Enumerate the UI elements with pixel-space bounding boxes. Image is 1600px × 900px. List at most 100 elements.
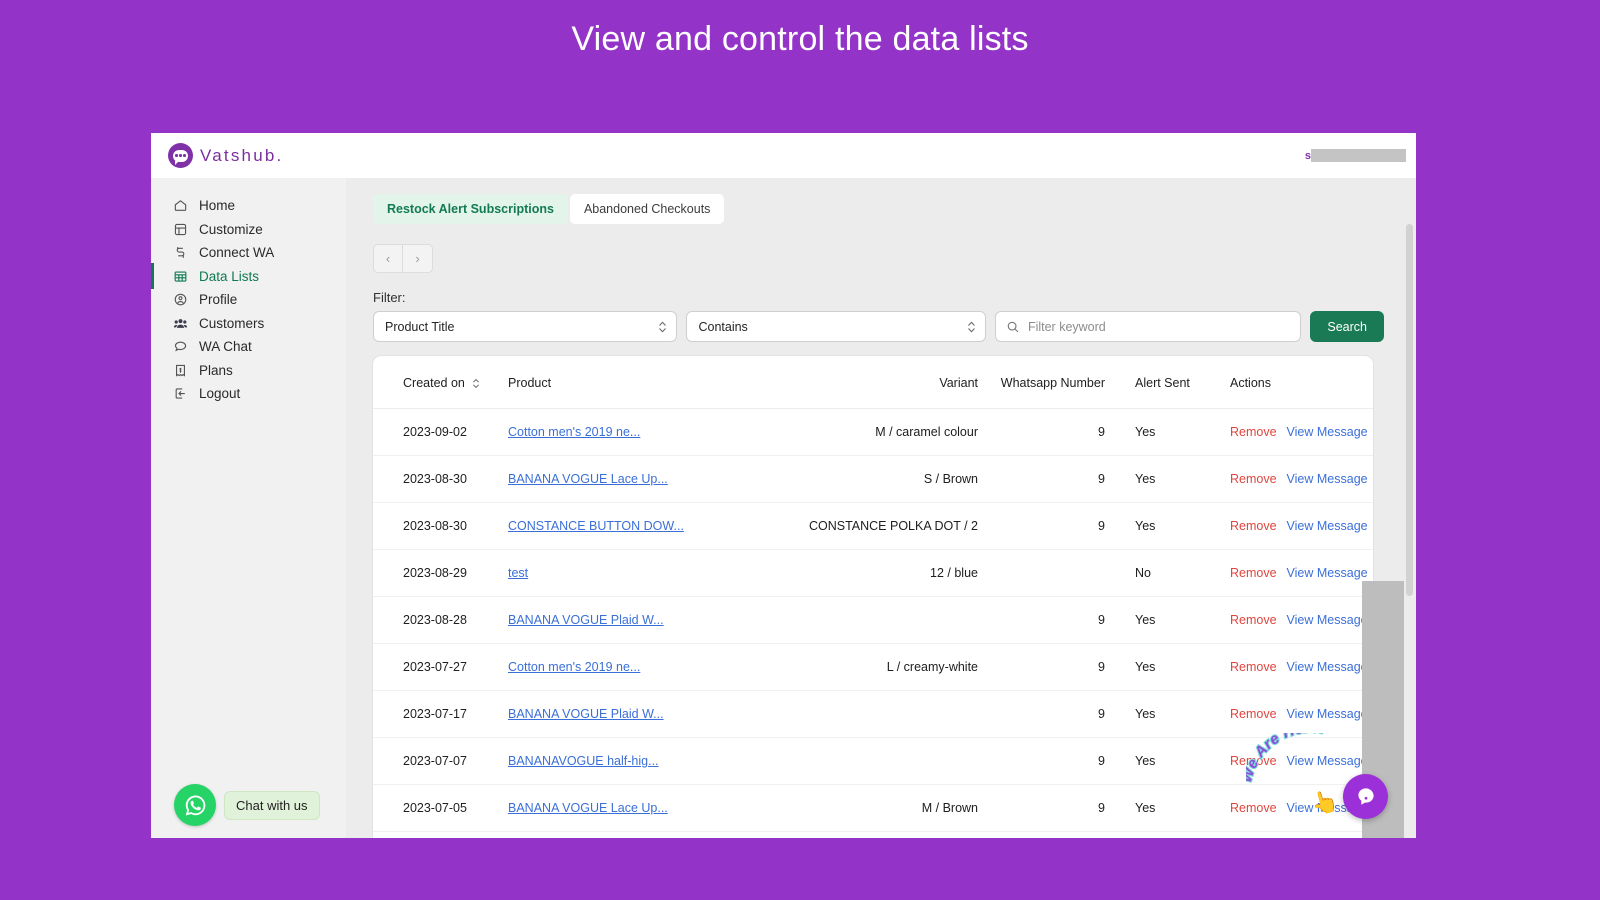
remove-action[interactable]: Remove	[1230, 613, 1277, 627]
view-message-action[interactable]: View Message	[1287, 707, 1368, 721]
cell-created-on: 2023-06-23	[373, 831, 508, 838]
remove-action[interactable]: Remove	[1230, 707, 1277, 721]
sort-icon	[472, 378, 480, 389]
product-link[interactable]: test	[508, 566, 528, 580]
brand-logo[interactable]: Vatshub.	[168, 143, 283, 168]
product-link[interactable]: BANANA VOGUE Lace Up...	[508, 801, 668, 815]
view-message-action[interactable]: View Message	[1287, 472, 1368, 486]
filter-operator-select[interactable]: Contains	[686, 311, 986, 342]
main-scrollbar-thumb[interactable]	[1406, 224, 1413, 596]
cell-actions: Remove View Message	[1208, 596, 1373, 644]
view-message-action[interactable]: View Message	[1287, 519, 1368, 533]
remove-action[interactable]: Remove	[1230, 425, 1277, 439]
sidebar-item-wa-chat[interactable]: WA Chat	[151, 335, 346, 358]
search-input[interactable]	[1027, 312, 1301, 341]
product-link[interactable]: BANANA VOGUE Plaid W...	[508, 707, 664, 721]
cell-product: CONSTANCE BUTTON DOW...	[508, 502, 763, 550]
data-table-card: Created on Product Variant Whatsapp Numb…	[373, 356, 1373, 838]
remove-action[interactable]: Remove	[1230, 472, 1277, 486]
filter-field-select[interactable]: Product Title	[373, 311, 678, 342]
sidebar-item-profile[interactable]: Profile	[151, 288, 346, 311]
sidebar-item-connect-wa[interactable]: Connect WA	[151, 241, 346, 264]
cell-actions: Remove View Message	[1208, 455, 1373, 503]
table-row: 2023-08-30 BANANA VOGUE Lace Up... S / Bro…	[373, 455, 1373, 503]
next-page-button[interactable]: ›	[403, 244, 433, 273]
table-header-row: Created on Product Variant Whatsapp Numb…	[373, 356, 1373, 409]
tab-abandoned-checkouts[interactable]: Abandoned Checkouts	[569, 194, 725, 224]
chevron-updown-icon	[658, 320, 667, 333]
view-message-action[interactable]: View Message	[1287, 425, 1368, 439]
customize-icon	[173, 222, 188, 237]
customers-icon	[173, 316, 188, 331]
app-window: Vatshub. s Home Customize Connect WA Dat…	[151, 133, 1416, 838]
view-message-action[interactable]: View Message	[1287, 566, 1368, 580]
cell-alert-sent: Yes	[1113, 408, 1208, 456]
column-header-alert-sent: Alert Sent	[1113, 356, 1208, 409]
search-button[interactable]: Search	[1310, 311, 1384, 342]
main-scrollbar[interactable]	[1404, 224, 1416, 838]
cell-variant: M / caramel colour	[763, 408, 978, 456]
view-message-action[interactable]: View Message	[1287, 660, 1368, 674]
product-link[interactable]: BANANA VOGUE Plaid W...	[508, 613, 664, 627]
table-row: 2023-08-28 BANANA VOGUE Plaid W... 9 Yes Rem…	[373, 596, 1373, 644]
tab-restock-alert-subscriptions[interactable]: Restock Alert Subscriptions	[373, 194, 568, 224]
product-link[interactable]: Cotton men's 2019 ne...	[508, 425, 640, 439]
chevron-updown-icon	[967, 320, 976, 333]
home-icon	[173, 198, 188, 213]
filter-keyword-wrapper	[994, 311, 1302, 342]
column-header-product: Product	[508, 356, 763, 409]
product-link[interactable]: BANANA VOGUE Lace Up...	[508, 472, 668, 486]
remove-action[interactable]: Remove	[1230, 566, 1277, 580]
sidebar-item-label: Logout	[199, 386, 241, 401]
prev-page-button[interactable]: ‹	[373, 244, 403, 273]
cell-variant	[763, 831, 978, 838]
vatshub-logo-icon	[168, 143, 193, 168]
table-row: 2023-09-02 Cotton men's 2019 ne... M / car…	[373, 408, 1373, 456]
search-icon	[1007, 321, 1019, 332]
product-link[interactable]: CONSTANCE BUTTON DOW...	[508, 519, 684, 533]
product-link[interactable]: Cotton men's 2019 ne...	[508, 660, 640, 674]
cell-product: BANANA VOGUE Plaid W...	[508, 596, 763, 644]
product-link[interactable]: BANANAVOGUE half-hig...	[508, 754, 659, 768]
whatsapp-chat-label[interactable]: Chat with us	[224, 790, 320, 820]
cell-created-on: 2023-07-05	[373, 784, 508, 832]
remove-action[interactable]: Remove	[1230, 660, 1277, 674]
cell-variant	[763, 737, 978, 785]
table-row: 2023-06-23BANANAVOGUE half-hig... 9YesRem…	[373, 831, 1373, 838]
cell-variant: L / creamy-white	[763, 643, 978, 691]
sidebar-item-customize[interactable]: Customize	[151, 218, 346, 241]
main-content: Restock Alert Subscriptions Abandoned Ch…	[346, 178, 1416, 838]
remove-action[interactable]: Remove	[1230, 519, 1277, 533]
column-header-created-on[interactable]: Created on	[373, 356, 508, 409]
cell-created-on: 2023-08-29	[373, 549, 508, 597]
sidebar-item-label: Plans	[199, 362, 233, 378]
cell-variant	[763, 596, 978, 644]
cell-product: BANANA VOGUE Lace Up...	[508, 455, 763, 503]
sidebar-item-customers[interactable]: Customers	[151, 312, 346, 335]
cell-created-on: 2023-09-02	[373, 408, 508, 456]
filter-row: Product Title Contains Filter keyword Se…	[373, 311, 1384, 342]
sidebar-item-home[interactable]: Home	[151, 194, 346, 217]
sidebar-item-logout[interactable]: Logout	[151, 382, 346, 405]
cell-whatsapp-number: 9	[978, 502, 1113, 550]
cell-actions: RemoveView Message	[1208, 831, 1373, 838]
whatsapp-icon[interactable]	[174, 784, 216, 826]
cell-whatsapp-number	[978, 549, 1113, 597]
sidebar: Home Customize Connect WA Data Lists Pro…	[151, 178, 346, 838]
sidebar-item-data-lists[interactable]: Data Lists	[151, 262, 346, 289]
table-row: 2023-07-27 Cotton men's 2019 ne... L / cre…	[373, 643, 1373, 691]
cell-actions: Remove View Message	[1208, 502, 1373, 550]
sidebar-item-plans[interactable]: Plans	[151, 359, 346, 382]
whatsapp-chat-widget[interactable]: Chat with us	[174, 784, 320, 826]
cell-created-on: 2023-07-17	[373, 690, 508, 738]
view-message-action[interactable]: View Message	[1287, 613, 1368, 627]
remove-action[interactable]: Remove	[1230, 754, 1277, 768]
column-header-whatsapp: Whatsapp Number	[978, 356, 1113, 409]
view-message-action[interactable]: View Message	[1287, 754, 1368, 768]
cell-created-on: 2023-07-07	[373, 737, 508, 785]
cell-whatsapp-number: 9	[978, 831, 1113, 838]
cell-variant: S / Brown	[763, 455, 978, 503]
remove-action[interactable]: Remove	[1230, 801, 1277, 815]
chat-launcher-button[interactable]	[1343, 774, 1388, 819]
cell-product: Cotton men's 2019 ne...	[508, 643, 763, 691]
